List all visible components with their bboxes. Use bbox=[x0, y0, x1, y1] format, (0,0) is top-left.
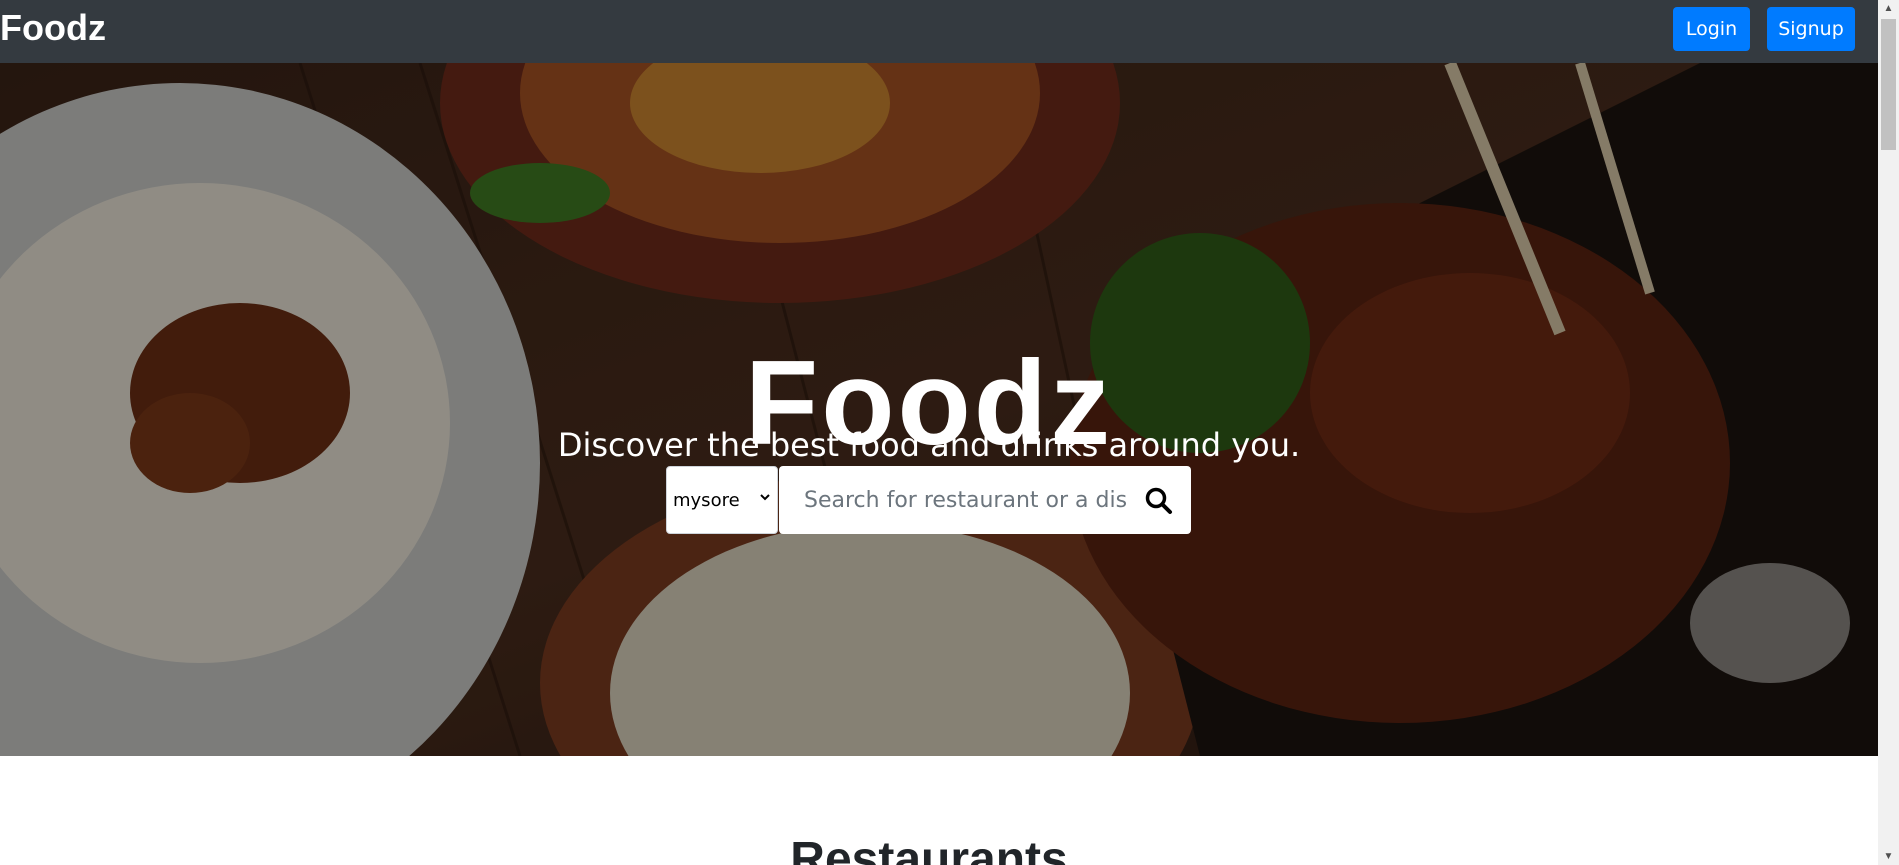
search-bar: mysore bbox=[666, 466, 1191, 534]
restaurants-heading: Restaurants bbox=[790, 832, 1068, 865]
search-box bbox=[779, 466, 1191, 534]
scrollbar-thumb[interactable] bbox=[1881, 19, 1896, 150]
page: Foodz Login Signup Foodz Discover the be… bbox=[0, 0, 1878, 865]
navbar: Foodz Login Signup bbox=[0, 0, 1878, 63]
brand-logo[interactable]: Foodz bbox=[0, 6, 106, 50]
signup-button[interactable]: Signup bbox=[1767, 7, 1855, 51]
hero-banner: Foodz Discover the best food and drinks … bbox=[0, 63, 1878, 756]
search-icon[interactable] bbox=[1144, 486, 1174, 516]
hero-subtitle: Discover the best food and drinks around… bbox=[557, 426, 1301, 464]
login-button[interactable]: Login bbox=[1673, 7, 1750, 51]
chevron-down-icon bbox=[759, 491, 771, 507]
scroll-up-arrow-icon[interactable]: ▲ bbox=[1878, 0, 1899, 17]
scroll-down-arrow-icon[interactable]: ▼ bbox=[1878, 848, 1899, 865]
page-scrollbar[interactable]: ▲ ▼ bbox=[1878, 0, 1899, 865]
city-select[interactable]: mysore bbox=[666, 466, 778, 534]
city-select-value: mysore bbox=[673, 489, 740, 511]
search-input[interactable] bbox=[779, 466, 1129, 534]
